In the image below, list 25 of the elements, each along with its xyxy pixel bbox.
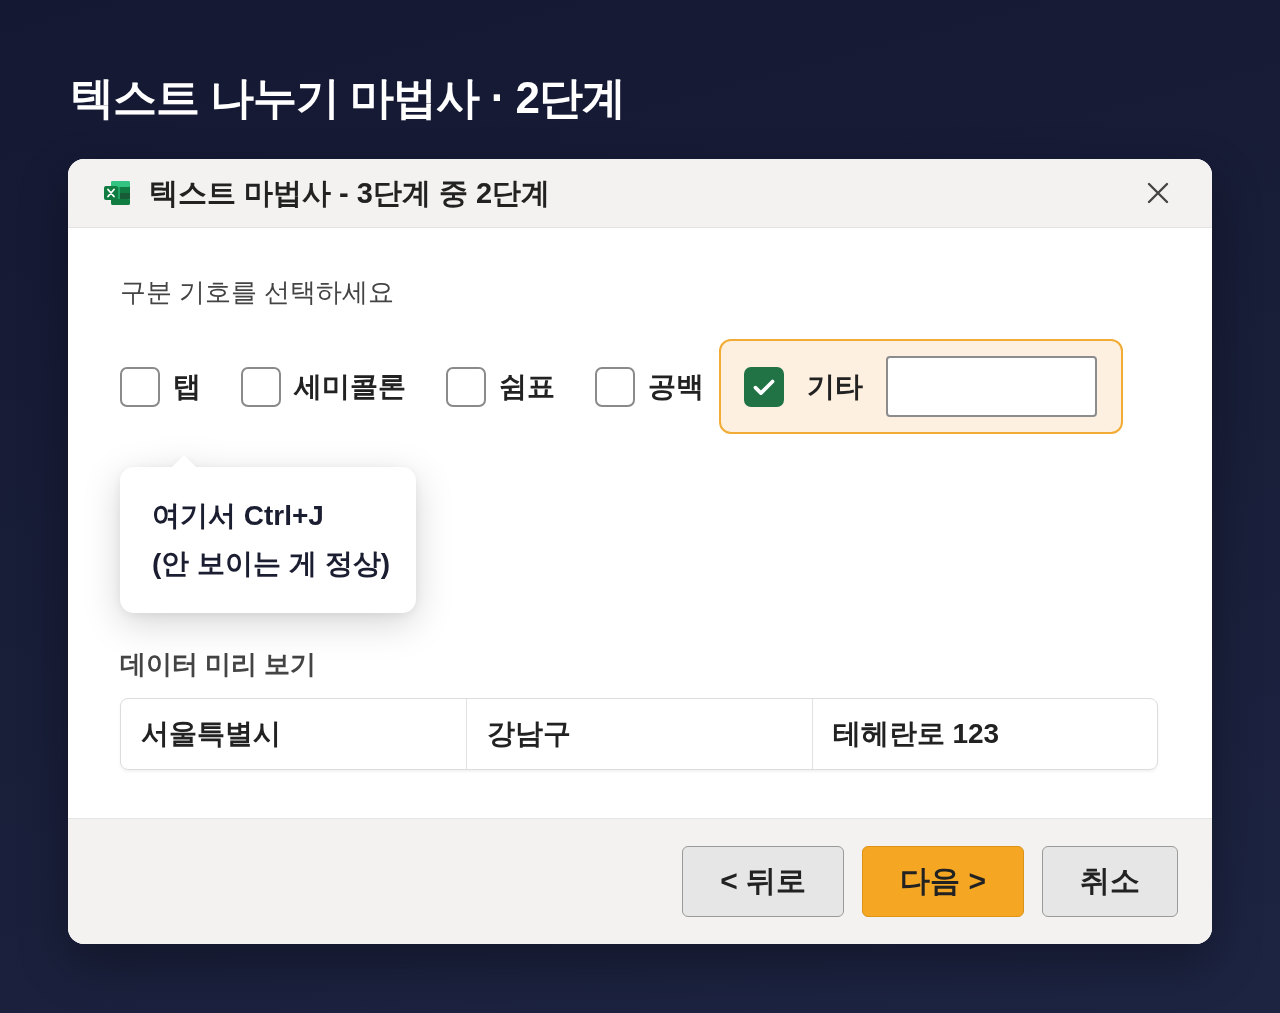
checkbox[interactable] (446, 366, 486, 407)
section-heading: 구분 기호를 선택하세요 (120, 276, 395, 309)
input-field[interactable] (886, 356, 1097, 417)
page-title: 텍스트 나누기 마법사 · 2단계 (70, 72, 626, 124)
checkbox[interactable] (120, 366, 160, 407)
tooltip-text: 여기서 Ctrl+J (152, 499, 324, 533)
spreadsheet-icon (104, 180, 130, 206)
dialog-button[interactable]: 다음 > (862, 846, 1024, 917)
checkbox[interactable] (595, 366, 635, 407)
section-heading: 데이터 미리 보기 (120, 648, 317, 681)
checkbox[interactable] (241, 366, 281, 407)
checkbox-label: 세미콜론 (294, 369, 406, 404)
close-icon[interactable] (1147, 182, 1169, 204)
dialog-button[interactable]: 취소 (1042, 846, 1178, 917)
table-cell: 강남구 (466, 699, 812, 769)
checkbox-label: 쉼표 (499, 369, 555, 404)
table-cell: 테헤란로 123 (811, 699, 1157, 769)
checkbox-label: 공백 (648, 369, 704, 404)
tooltip-text: (안 보이는 게 정상) (152, 547, 390, 581)
table-cell-text: 서울특별시 (140, 717, 282, 751)
dialog-button[interactable]: < 뒤로 (682, 846, 845, 917)
checkbox[interactable] (744, 366, 784, 407)
checkbox-label: 기타 (807, 369, 863, 404)
dialog-title: 텍스트 마법사 - 3단계 중 2단계 (149, 176, 552, 211)
checkbox-label: 탭 (173, 369, 201, 404)
